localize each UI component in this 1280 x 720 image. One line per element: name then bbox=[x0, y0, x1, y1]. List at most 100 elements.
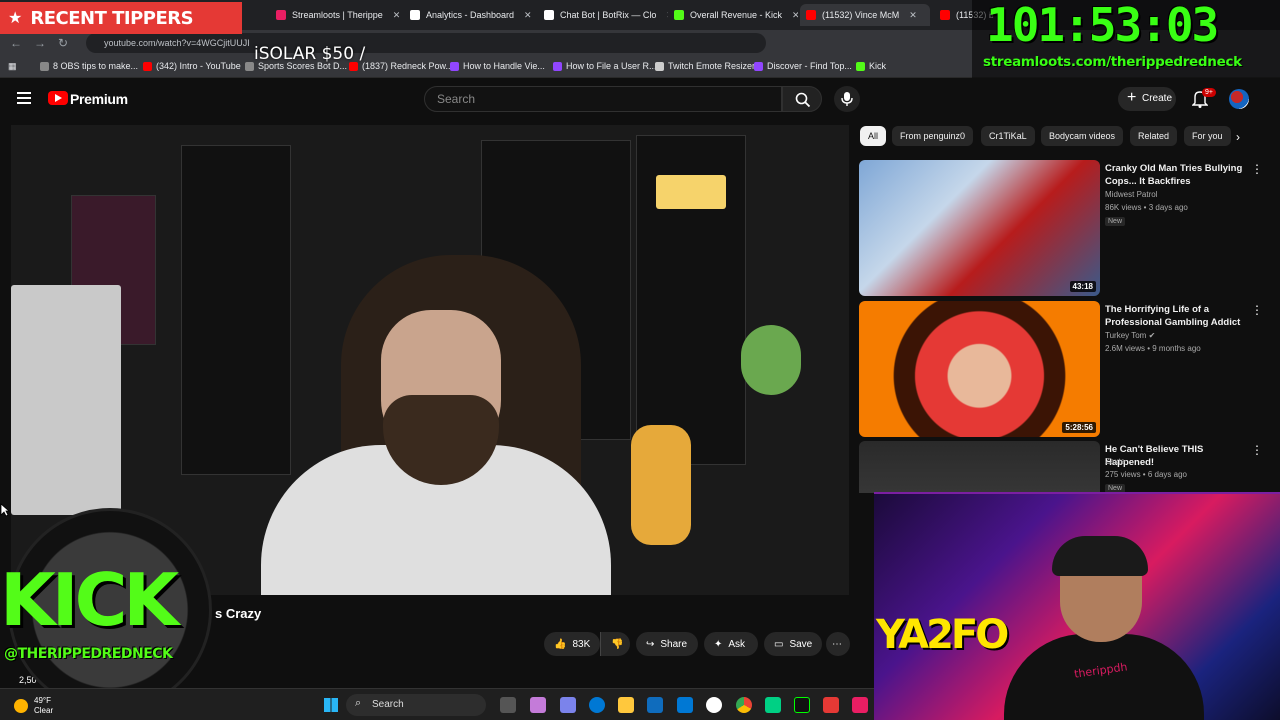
more-vertical-icon[interactable]: ⋮ bbox=[1251, 162, 1263, 176]
recommendation-item[interactable]: 5:28:56 The Horrifying Life of a Profess… bbox=[859, 301, 1269, 437]
app-icon[interactable] bbox=[765, 697, 781, 713]
windows-start-icon[interactable] bbox=[324, 698, 338, 712]
recommendation-title[interactable]: He Can't Believe THIS Happened! bbox=[1105, 443, 1253, 469]
back-icon[interactable]: ← bbox=[10, 36, 22, 50]
forward-icon[interactable]: → bbox=[34, 36, 46, 50]
tab-label: Chat Bot | BotRix — Clo bbox=[560, 10, 657, 20]
bookmark-item[interactable]: How to Handle Vie... bbox=[450, 61, 545, 71]
star-icon: ★ bbox=[8, 10, 23, 27]
microphone-icon bbox=[841, 92, 853, 106]
youtube-logo-icon[interactable] bbox=[48, 91, 68, 105]
video-meta: 275 views • 6 days ago bbox=[1105, 470, 1187, 479]
chip-from-penguinz0[interactable]: From penguinz0 bbox=[892, 126, 974, 146]
streamer-webcam: YA2FO therippdh bbox=[874, 492, 1280, 720]
tab-streamloots[interactable]: Streamloots | Therippe ✕ bbox=[270, 4, 405, 26]
channel-name[interactable]: Turkey Tom ✔ bbox=[1105, 331, 1155, 340]
bookmark-item[interactable]: (342) Intro - YouTube bbox=[143, 61, 241, 71]
channel-name[interactable]: Zaxte bbox=[1105, 457, 1125, 466]
recommendation-item[interactable]: He Can't Believe THIS Happened! Zaxte 27… bbox=[859, 441, 1269, 493]
chip-critikal[interactable]: Cr1TiKaL bbox=[981, 126, 1035, 146]
bookmark-item[interactable]: Kick bbox=[856, 61, 886, 71]
close-icon[interactable]: ✕ bbox=[792, 10, 798, 21]
share-icon: ↪ bbox=[646, 638, 655, 650]
thumbs-down-icon: 👎 bbox=[611, 638, 624, 650]
dislike-button[interactable]: 👎 bbox=[600, 632, 630, 656]
ask-button[interactable]: ✦ Ask bbox=[704, 632, 758, 656]
terminal-icon[interactable] bbox=[794, 697, 810, 713]
recommendation-title[interactable]: Cranky Old Man Tries Bullying Cops... It… bbox=[1105, 162, 1253, 188]
bookmark-item[interactable]: Twitch Emote Resizer bbox=[655, 61, 755, 71]
gta-icon[interactable] bbox=[823, 697, 839, 713]
tab-botrix[interactable]: Chat Bot | BotRix — Clo ✕ bbox=[538, 4, 668, 26]
tab-kick-revenue[interactable]: Overall Revenue - Kick ✕ bbox=[668, 4, 798, 26]
app-icon[interactable] bbox=[852, 697, 868, 713]
save-label: Save bbox=[789, 638, 813, 650]
channel-name[interactable]: Midwest Patrol bbox=[1105, 190, 1157, 199]
like-button[interactable]: 👍 83K bbox=[544, 632, 600, 656]
more-horizontal-icon: ⋯ bbox=[832, 638, 842, 650]
share-button[interactable]: ↪ Share bbox=[636, 632, 698, 656]
close-icon[interactable]: ✕ bbox=[524, 10, 532, 21]
tab-favicon bbox=[410, 10, 420, 20]
stream-timer: 101:53:03 bbox=[986, 0, 1219, 52]
youtube-header: Premium Search + Create 9+ bbox=[0, 78, 1280, 122]
copilot-icon[interactable] bbox=[530, 697, 546, 713]
chip-bodycam-videos[interactable]: Bodycam videos bbox=[1041, 126, 1124, 146]
file-explorer-icon[interactable] bbox=[618, 697, 634, 713]
outlook-icon[interactable] bbox=[677, 697, 693, 713]
kick-logo-text: KICK bbox=[0, 558, 179, 642]
verified-icon: ✔ bbox=[1148, 331, 1156, 340]
search-button[interactable] bbox=[782, 86, 822, 112]
chip-for-you[interactable]: For you bbox=[1184, 126, 1231, 146]
temperature: 49°F bbox=[34, 696, 51, 705]
bookmark-item[interactable]: Discover - Find Top... bbox=[754, 61, 852, 71]
more-actions-button[interactable]: ⋯ bbox=[826, 632, 850, 656]
store-icon[interactable] bbox=[647, 697, 663, 713]
save-button[interactable]: ▭ Save bbox=[764, 632, 822, 656]
teams-icon[interactable] bbox=[560, 697, 576, 713]
youtube-brand[interactable]: Premium bbox=[70, 91, 128, 107]
mouse-cursor-icon bbox=[0, 503, 10, 517]
taskbar-search[interactable]: ⌕ Search bbox=[346, 694, 486, 716]
chip-related[interactable]: Related bbox=[1130, 126, 1178, 146]
obs-icon[interactable] bbox=[706, 697, 722, 713]
voice-search-button[interactable] bbox=[834, 86, 860, 112]
video-thumbnail[interactable]: 43:18 bbox=[859, 160, 1100, 296]
figurine bbox=[741, 325, 801, 395]
chevron-right-icon[interactable]: › bbox=[1236, 130, 1240, 144]
recommendation-item[interactable]: 43:18 Cranky Old Man Tries Bullying Cops… bbox=[859, 160, 1269, 296]
tab-label: Streamloots | Therippe bbox=[292, 10, 383, 20]
duration-badge: 43:18 bbox=[1069, 281, 1096, 292]
recommendation-title[interactable]: The Horrifying Life of a Professional Ga… bbox=[1105, 303, 1253, 329]
tab-favicon bbox=[276, 10, 286, 20]
url-field[interactable]: youtube.com/watch?v=4WGCjitUUJI bbox=[86, 33, 766, 53]
thumbs-up-icon: 👍 bbox=[554, 638, 567, 650]
create-button[interactable]: + Create bbox=[1118, 87, 1176, 111]
bookmark-item[interactable]: How to File a User R... bbox=[553, 61, 657, 71]
tab-analytics[interactable]: Analytics - Dashboard ✕ bbox=[404, 4, 539, 26]
menu-icon[interactable] bbox=[17, 92, 31, 104]
avatar[interactable] bbox=[1229, 89, 1249, 109]
apps-grid-icon[interactable]: ▦ bbox=[8, 61, 17, 72]
share-label: Share bbox=[660, 638, 688, 650]
video-thumbnail[interactable] bbox=[859, 441, 1100, 493]
more-vertical-icon[interactable]: ⋮ bbox=[1251, 303, 1263, 317]
bookmark-item[interactable]: 8 OBS tips to make... bbox=[40, 61, 138, 71]
search-icon bbox=[795, 92, 811, 108]
weather-condition: Clear bbox=[34, 706, 54, 715]
search-input[interactable]: Search bbox=[424, 86, 782, 112]
neon-sign: YA2FO bbox=[876, 612, 1009, 658]
chrome-icon[interactable] bbox=[736, 697, 752, 713]
taskview-icon[interactable] bbox=[500, 697, 516, 713]
edge-icon[interactable] bbox=[589, 697, 605, 713]
video-meta: 86K views • 3 days ago bbox=[1105, 203, 1188, 212]
tab-youtube-active[interactable]: (11532) Vince McM ✕ bbox=[800, 4, 930, 26]
recent-tippers-label: RECENT TIPPERS bbox=[30, 7, 194, 29]
close-icon[interactable]: ✕ bbox=[393, 10, 401, 21]
close-icon[interactable]: ✕ bbox=[909, 10, 917, 21]
weather-widget[interactable]: 49°F Clear bbox=[34, 696, 53, 716]
reload-icon[interactable]: ↻ bbox=[58, 36, 68, 50]
chip-all[interactable]: All bbox=[860, 126, 887, 146]
video-thumbnail[interactable]: 5:28:56 bbox=[859, 301, 1100, 437]
more-vertical-icon[interactable]: ⋮ bbox=[1251, 443, 1263, 457]
